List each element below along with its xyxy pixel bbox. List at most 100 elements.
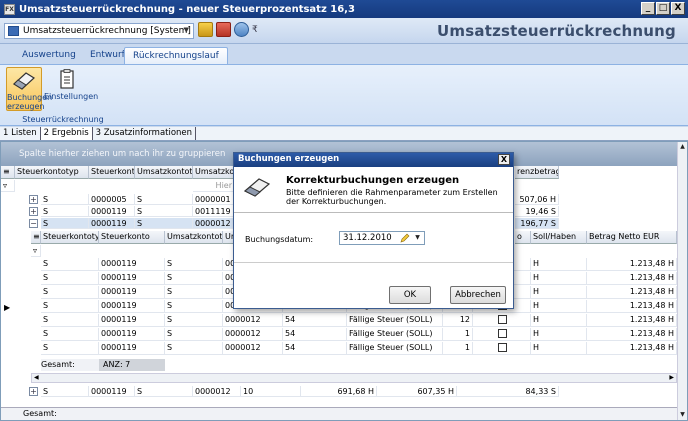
cancel-button[interactable]: Abbrechen bbox=[450, 286, 506, 304]
cell-sh: H bbox=[531, 328, 587, 341]
tab-auswertung[interactable]: Auswertung bbox=[14, 47, 84, 64]
scroll-right-icon[interactable]: ▶ bbox=[669, 374, 674, 381]
row-checkbox[interactable] bbox=[498, 329, 507, 338]
cell-betrag: 1.213,48 H bbox=[587, 342, 677, 355]
cell-betrag: 1.213,48 H bbox=[587, 272, 677, 285]
help-icon[interactable] bbox=[234, 22, 249, 37]
cell-betrag: 1.213,48 H bbox=[587, 258, 677, 271]
col-header-differenzbetrag[interactable]: renzbetrag bbox=[515, 166, 559, 179]
col-header-steuerkontotyp[interactable]: Steuerkontotyp bbox=[15, 166, 89, 179]
detail-hscroll[interactable]: ◀ ▶ bbox=[31, 373, 677, 383]
dialog-heading: Korrekturbuchungen erzeugen bbox=[286, 175, 460, 186]
app-title: Umsatzsteuerrückrechnung bbox=[437, 22, 676, 40]
cell-ukt: S bbox=[165, 342, 223, 355]
cell-nummer: 10 bbox=[241, 386, 301, 397]
cell-umsatzkontotyp: S bbox=[135, 206, 193, 217]
scroll-down-icon[interactable]: ▼ bbox=[678, 410, 687, 420]
window-controls: _ □ X bbox=[641, 2, 685, 15]
result-subtabs: 1 Listen 2 Ergebnis 3 Zusatzinformatione… bbox=[0, 127, 688, 141]
detail-header-storno[interactable]: o bbox=[515, 231, 531, 244]
quick-access-toolbar: Umsatzsteuerrückrechnung [System] ▼ ₹ Um… bbox=[0, 18, 688, 44]
column-chooser-icon[interactable]: ≡ bbox=[1, 166, 15, 179]
window-title: Umsatzsteuerrückrechnung - neuer Steuerp… bbox=[19, 3, 355, 15]
col-header-umsatzkontotyp[interactable]: Umsatzkontotyp bbox=[135, 166, 193, 179]
cell-betrag: 1.213,48 H bbox=[587, 314, 677, 327]
subtab-ergebnis[interactable]: 2 Ergebnis bbox=[40, 127, 93, 140]
cell-n: 54 bbox=[283, 314, 347, 327]
detail-header-soll-haben[interactable]: Soll/Haben bbox=[531, 231, 587, 244]
expand-icon[interactable]: + bbox=[29, 387, 38, 396]
col-header-umsatzkonto[interactable]: Umsatzkont bbox=[193, 166, 235, 179]
cell-checkbox bbox=[473, 328, 531, 341]
expand-icon[interactable]: + bbox=[29, 195, 38, 204]
cell-steuerkonto: 0000119 bbox=[89, 206, 135, 217]
scroll-up-icon[interactable]: ▲ bbox=[678, 142, 687, 152]
col-header-steuerkonto[interactable]: Steuerkonto bbox=[89, 166, 135, 179]
cell-uk: 0000012 bbox=[223, 328, 283, 341]
cell-differenzbetrag: 507,06 H bbox=[515, 194, 559, 205]
detail-header-betrag-netto[interactable]: Betrag Netto EUR bbox=[587, 231, 677, 244]
cell-typ: S bbox=[41, 314, 99, 327]
cell-sh: H bbox=[531, 286, 587, 299]
detail-header-steuerkonto[interactable]: Steuerkonto bbox=[99, 231, 165, 244]
cell-ukt: S bbox=[165, 286, 223, 299]
row-checkbox[interactable] bbox=[498, 343, 507, 352]
close-button[interactable]: X bbox=[671, 2, 685, 15]
grid-vscroll[interactable]: ▲ ▼ bbox=[677, 142, 687, 420]
buchungen-erzeugen-button[interactable]: Buchungen erzeugen bbox=[6, 67, 52, 111]
row-checkbox[interactable] bbox=[498, 315, 507, 324]
cell-umsatzkontotyp: S bbox=[135, 386, 193, 397]
customize-qat-icon[interactable]: ₹ bbox=[252, 25, 258, 35]
document-selector-label: Umsatzsteuerrückrechnung [System] bbox=[23, 26, 191, 36]
dialog-close-button[interactable]: X bbox=[498, 154, 510, 165]
print-icon[interactable] bbox=[216, 22, 231, 37]
chevron-down-icon: ▼ bbox=[183, 26, 189, 34]
row-indicator-icon: ▶ bbox=[4, 303, 11, 312]
cell-differenzbetrag: 19,46 S bbox=[515, 206, 559, 217]
minimize-button[interactable]: _ bbox=[641, 2, 655, 15]
ok-button[interactable]: OK bbox=[389, 286, 431, 304]
detail-header-steuerkontotyp[interactable]: Steuerkontotyp bbox=[41, 231, 99, 244]
folder-icon[interactable] bbox=[198, 22, 213, 37]
quick-icons: ₹ bbox=[198, 22, 258, 37]
filter-icon[interactable]: ▿ bbox=[1, 180, 15, 192]
buchungsdatum-field[interactable]: 31.12.2010 ▼ bbox=[339, 231, 425, 245]
cell-typ: S bbox=[41, 300, 99, 313]
filter-hint[interactable]: Hier bbox=[193, 180, 235, 192]
document-selector[interactable]: Umsatzsteuerrückrechnung [System] ▼ bbox=[4, 23, 194, 39]
cell-sh: H bbox=[531, 258, 587, 271]
einstellungen-button[interactable]: Einstellungen bbox=[44, 67, 98, 111]
cell-qty: 1 bbox=[443, 328, 473, 341]
scroll-left-icon[interactable]: ◀ bbox=[34, 374, 39, 381]
cell-umsatzkonto: 0011119 bbox=[193, 206, 235, 217]
dialog-body: Buchungsdatum: 31.12.2010 ▼ OK Abbrechen bbox=[234, 214, 513, 308]
maximize-button[interactable]: □ bbox=[656, 2, 670, 15]
subtab-listen[interactable]: 1 Listen bbox=[0, 127, 41, 140]
dialog-titlebar: Buchungen erzeugen X bbox=[234, 153, 513, 167]
einstellungen-label: Einstellungen bbox=[44, 92, 99, 101]
cell-qty: 12 bbox=[443, 314, 473, 327]
tab-rueckrechnungslauf[interactable]: Rückrechnungslauf bbox=[124, 47, 228, 64]
cell-ukt: S bbox=[165, 272, 223, 285]
buchungen-erzeugen-dialog: Buchungen erzeugen X Korrekturbuchungen … bbox=[233, 152, 514, 309]
column-chooser-icon[interactable]: ≡ bbox=[31, 231, 41, 244]
dialog-header: Korrekturbuchungen erzeugen Bitte defini… bbox=[234, 167, 513, 213]
dialog-title: Buchungen erzeugen bbox=[238, 154, 340, 164]
cell-typ: S bbox=[41, 328, 99, 341]
collapse-icon[interactable]: − bbox=[29, 219, 38, 228]
cell-umsatzkonto: 0000012 bbox=[193, 218, 235, 229]
cell-sh: H bbox=[531, 272, 587, 285]
cell-steuerkontotyp: S bbox=[41, 194, 89, 205]
subtab-zusatzinformationen[interactable]: 3 Zusatzinformationen bbox=[93, 127, 197, 140]
window-titlebar: FX Umsatzsteuerrückrechnung - neuer Steu… bbox=[0, 0, 688, 18]
dialog-separator bbox=[234, 262, 513, 263]
expand-icon[interactable]: + bbox=[29, 207, 38, 216]
cell-umsatzkonto: 0000012 bbox=[193, 386, 241, 397]
cell-differenzbetrag: 84,33 S bbox=[457, 386, 559, 397]
detail-header-umsatzkontotyp[interactable]: Umsatzkontotyp bbox=[165, 231, 223, 244]
filter-icon[interactable]: ▿ bbox=[31, 245, 41, 257]
dialog-description: Bitte definieren die Rahmenparameter zum… bbox=[286, 188, 498, 206]
chevron-down-icon[interactable]: ▼ bbox=[412, 233, 423, 243]
cell-text: Fällige Steuer (SOLL) bbox=[347, 328, 443, 341]
pencil-icon bbox=[400, 233, 410, 243]
